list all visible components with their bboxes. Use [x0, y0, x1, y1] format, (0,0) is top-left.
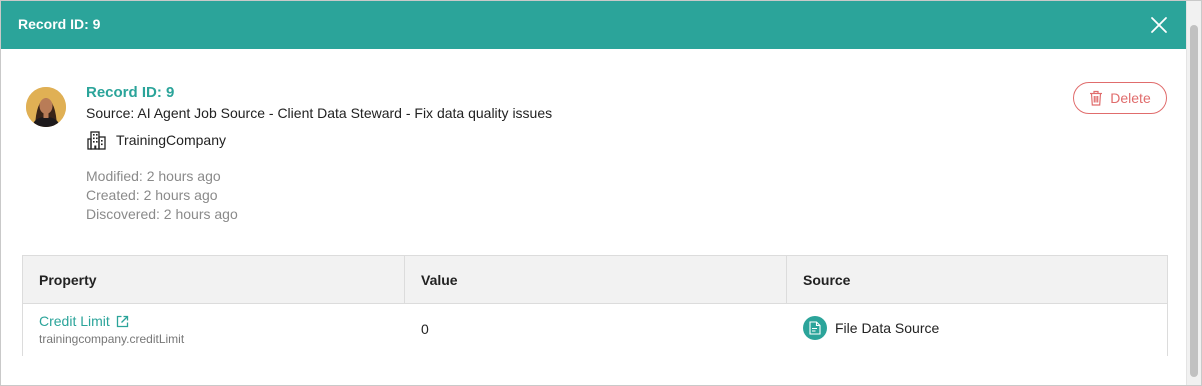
property-name[interactable]: Credit Limit — [39, 313, 110, 329]
company-name: TrainingCompany — [116, 132, 226, 148]
avatar — [26, 87, 66, 127]
created-time: Created: 2 hours ago — [86, 187, 218, 203]
properties-table: Property Value Source Credit Limit train… — [22, 255, 1168, 356]
property-cell: Credit Limit trainingcompany.creditLimit — [23, 304, 405, 356]
delete-button[interactable]: Delete — [1073, 82, 1167, 114]
trash-icon — [1090, 90, 1103, 106]
property-link[interactable]: Credit Limit — [39, 313, 129, 329]
source-name: File Data Source — [835, 320, 940, 336]
discovered-time: Discovered: 2 hours ago — [86, 206, 238, 222]
column-header-source: Source — [803, 271, 851, 288]
company-row: TrainingCompany — [86, 128, 226, 152]
modified-time: Modified: 2 hours ago — [86, 168, 221, 184]
dialog-header: Record ID: 9 — [1, 1, 1187, 49]
record-title: Record ID: 9 — [86, 84, 175, 101]
column-header-value: Value — [405, 256, 787, 303]
record-dialog: Record ID: 9 Record ID: 9 Source: AI Age… — [0, 0, 1202, 386]
scrollbar-thumb[interactable] — [1190, 25, 1198, 377]
table-header: Property Value Source — [23, 256, 1167, 304]
scrollbar[interactable] — [1186, 1, 1201, 385]
property-key: trainingcompany.creditLimit — [39, 332, 185, 346]
column-header-property: Property — [23, 256, 405, 303]
file-data-source-icon — [803, 316, 827, 340]
delete-label: Delete — [1110, 90, 1151, 106]
table-row: Credit Limit trainingcompany.creditLimit… — [23, 304, 1167, 356]
value-cell: 0 — [405, 304, 787, 356]
record-source: Source: AI Agent Job Source - Client Dat… — [86, 105, 553, 121]
source-item: File Data Source — [803, 316, 939, 340]
building-icon — [87, 131, 106, 150]
source-cell: File Data Source — [787, 304, 1167, 356]
external-link-icon[interactable] — [116, 315, 129, 328]
close-icon[interactable] — [1147, 13, 1171, 37]
dialog-title: Record ID: 9 — [18, 16, 101, 32]
property-value: 0 — [421, 321, 429, 337]
